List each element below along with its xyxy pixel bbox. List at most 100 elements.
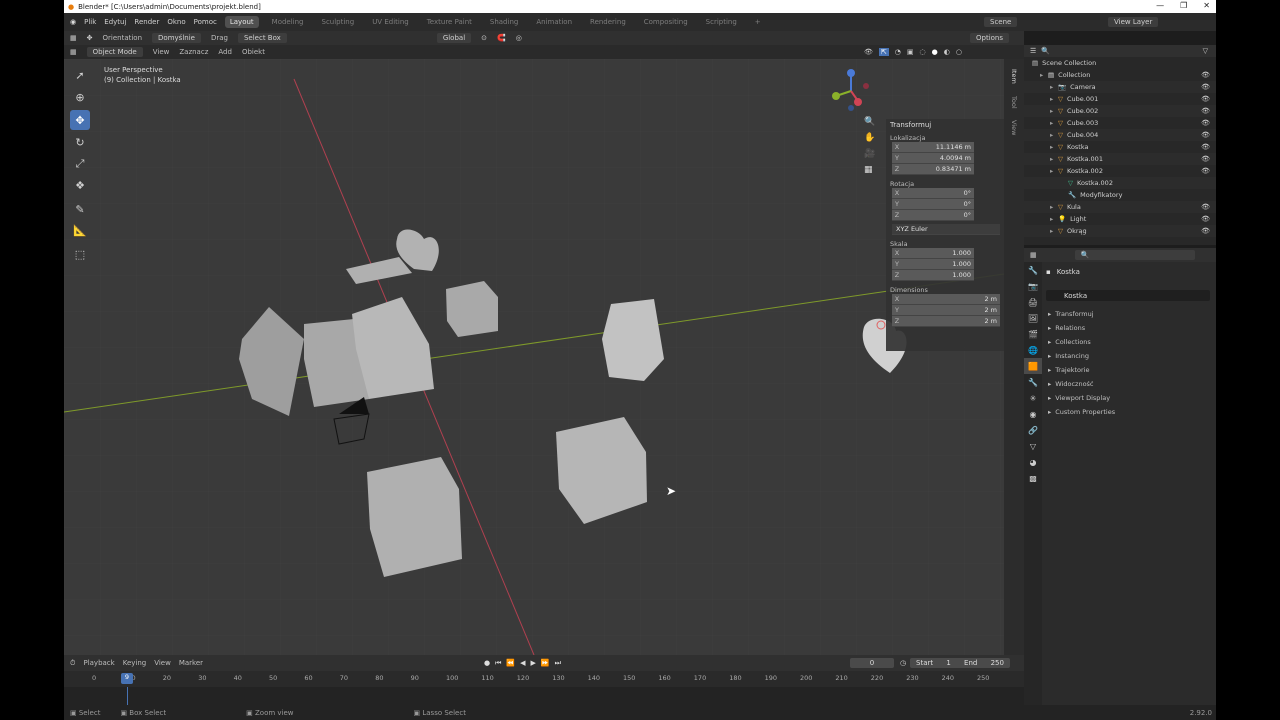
rotate-tool-icon[interactable]: ↻ <box>70 132 90 152</box>
expand-arrow-icon[interactable]: ▸ <box>1050 83 1058 91</box>
timeline-type-icon[interactable]: ⏱ <box>70 659 75 668</box>
properties-panel-header[interactable]: ▸ Relations <box>1024 321 1216 335</box>
overlays-icon[interactable]: ◔ <box>895 48 901 56</box>
menu-file[interactable]: Plik <box>84 18 96 26</box>
transform-tool-icon[interactable]: ❖ <box>70 175 90 195</box>
jump-start-icon[interactable]: ⏮ <box>495 659 501 668</box>
rotation-y-field[interactable]: Y 0° <box>892 199 974 210</box>
snap-icon[interactable]: 🧲 <box>497 34 506 42</box>
proportional-edit-icon[interactable]: ◎ <box>516 34 522 42</box>
cursor-tool-icon[interactable]: ⊕ <box>70 87 90 107</box>
menu-timeline-view[interactable]: View <box>154 659 171 667</box>
outliner-search-icon[interactable]: 🔍 <box>1041 47 1050 55</box>
render-icon[interactable]: 📷 <box>1024 278 1042 294</box>
visibility-eye-icon[interactable]: 👁 <box>1201 131 1210 139</box>
object-name-field[interactable]: Kostka <box>1046 290 1210 301</box>
scale-y-field[interactable]: Y 1.000 <box>892 259 974 270</box>
move-tool-button[interactable]: ✥ <box>70 110 90 130</box>
expand-arrow-icon[interactable]: ▸ <box>1050 119 1058 127</box>
wireframe-shading-icon[interactable]: ◌ <box>920 48 926 56</box>
expand-arrow-icon[interactable]: ▸ <box>1050 143 1058 151</box>
scale-x-field[interactable]: X 1.000 <box>892 248 974 259</box>
menu-edit[interactable]: Edytuj <box>104 18 126 26</box>
rotation-z-field[interactable]: Z 0° <box>892 210 974 221</box>
pivot-icon[interactable]: ⊙ <box>481 34 487 42</box>
outliner-item[interactable]: ▸ ▽ Kostka.001 👁 <box>1024 153 1216 165</box>
visibility-eye-icon[interactable]: 👁 <box>1201 83 1210 91</box>
visibility-eye-icon[interactable]: 👁 <box>1201 119 1210 127</box>
scale-tool-icon[interactable]: ⤢ <box>70 154 90 174</box>
options-dropdown[interactable]: Options <box>970 33 1010 43</box>
outliner-item[interactable]: ▸ ▤ Collection 👁 <box>1024 69 1216 81</box>
visibility-eye-icon[interactable]: 👁 <box>1201 107 1210 115</box>
tab-item[interactable]: Item <box>1010 69 1018 84</box>
view-layer-selector[interactable]: View Layer <box>1108 17 1159 27</box>
expand-arrow-icon[interactable]: ▸ <box>1050 107 1058 115</box>
rotation-mode-dropdown[interactable]: XYZ Euler <box>892 224 1000 235</box>
outliner-item[interactable]: ▸ ▽ Kula 👁 <box>1024 201 1216 213</box>
tab-texture-paint[interactable]: Texture Paint <box>422 16 477 28</box>
properties-search[interactable]: 🔍 <box>1074 250 1195 260</box>
outliner-item[interactable]: ▸ ▽ Cube.002 👁 <box>1024 105 1216 117</box>
add-workspace-button[interactable]: + <box>750 16 766 28</box>
expand-arrow-icon[interactable]: ▸ <box>1050 167 1058 175</box>
visibility-eye-icon[interactable]: 👁 <box>1201 167 1210 175</box>
close-icon[interactable]: ✕ <box>1203 1 1210 10</box>
scene-selector[interactable]: Scene <box>984 17 1018 27</box>
measure-tool-icon[interactable]: 📐 <box>70 220 90 240</box>
visibility-eye-icon[interactable]: 👁 <box>1201 155 1210 163</box>
jump-end-icon[interactable]: ⏭ <box>555 659 561 668</box>
expand-arrow-icon[interactable]: ▸ <box>1050 155 1058 163</box>
rotation-x-field[interactable]: X 0° <box>892 188 974 199</box>
blender-menu-icon[interactable]: ◉ <box>70 18 76 26</box>
minimize-icon[interactable]: — <box>1156 1 1164 10</box>
menu-help[interactable]: Pomoc <box>194 18 217 26</box>
timeline-ruler[interactable]: 0102030405060708090100110120130140150160… <box>64 671 1024 687</box>
outliner-item[interactable]: 🔧 Modyfikatory <box>1024 189 1216 201</box>
restore-icon[interactable]: ❐ <box>1180 1 1187 10</box>
menu-marker[interactable]: Marker <box>179 659 203 667</box>
menu-add[interactable]: Add <box>218 48 232 56</box>
outliner-item[interactable]: ▸ 📷 Camera 👁 <box>1024 81 1216 93</box>
data-icon[interactable]: ▽ <box>1024 438 1042 454</box>
play-reverse-icon[interactable]: ◀ <box>520 659 525 668</box>
outliner-item[interactable]: ▸ ▽ Okrąg 👁 <box>1024 225 1216 237</box>
solid-shading-icon[interactable]: ● <box>932 48 938 56</box>
expand-arrow-icon[interactable]: ▸ <box>1050 131 1058 139</box>
zoom-icon[interactable]: 🔍 <box>864 117 875 127</box>
tab-layout[interactable]: Layout <box>224 16 259 28</box>
dimensions-y-field[interactable]: Y 2 m <box>892 305 1000 316</box>
location-y-field[interactable]: Y 4.0094 m <box>892 153 974 164</box>
properties-panel-header[interactable]: ▸ Instancing <box>1024 349 1216 363</box>
orientation-dropdown[interactable]: Domyślnie <box>152 33 201 43</box>
visibility-icon[interactable]: 👁 <box>864 48 873 56</box>
scale-z-field[interactable]: Z 1.000 <box>892 270 974 281</box>
tab-sculpting[interactable]: Sculpting <box>317 16 360 28</box>
menu-window[interactable]: Okno <box>167 18 185 26</box>
tab-rendering[interactable]: Rendering <box>585 16 631 28</box>
properties-panel-header[interactable]: ▸ Widoczność <box>1024 377 1216 391</box>
outliner-item[interactable]: ▸ ▽ Cube.003 👁 <box>1024 117 1216 129</box>
expand-arrow-icon[interactable]: ▸ <box>1040 71 1048 79</box>
constraints-icon[interactable]: 🔗 <box>1024 422 1042 438</box>
tab-uv-editing[interactable]: UV Editing <box>367 16 414 28</box>
properties-panel-header[interactable]: ▸ Custom Properties <box>1024 405 1216 419</box>
tab-shading[interactable]: Shading <box>485 16 523 28</box>
outliner-item[interactable]: ▽ Kostka.002 <box>1024 177 1216 189</box>
menu-playback[interactable]: Playback <box>83 659 114 667</box>
frame-range-field[interactable]: Start 1 End 250 <box>910 658 1010 668</box>
rendered-shading-icon[interactable]: ○ <box>956 48 962 56</box>
xray-icon[interactable]: ▣ <box>907 48 914 56</box>
editor-type-icon-2[interactable]: ▦ <box>70 48 77 56</box>
location-z-field[interactable]: Z 0.83471 m <box>892 164 974 175</box>
tab-scripting[interactable]: Scripting <box>701 16 742 28</box>
mode-dropdown[interactable]: Object Mode <box>86 47 143 57</box>
add-cube-tool-icon[interactable]: ⬚ <box>70 244 90 264</box>
select-tool-icon[interactable]: ➚ <box>70 65 90 85</box>
outliner-item[interactable]: ▸ ▽ Kostka.002 👁 <box>1024 165 1216 177</box>
dimensions-z-field[interactable]: Z 2 m <box>892 316 1000 327</box>
menu-object[interactable]: Obiekt <box>242 48 265 56</box>
tool-settings-icon[interactable]: 🔧 <box>1024 262 1042 278</box>
expand-arrow-icon[interactable]: ▸ <box>1050 227 1058 235</box>
annotate-tool-icon[interactable]: ✎ <box>70 199 90 219</box>
